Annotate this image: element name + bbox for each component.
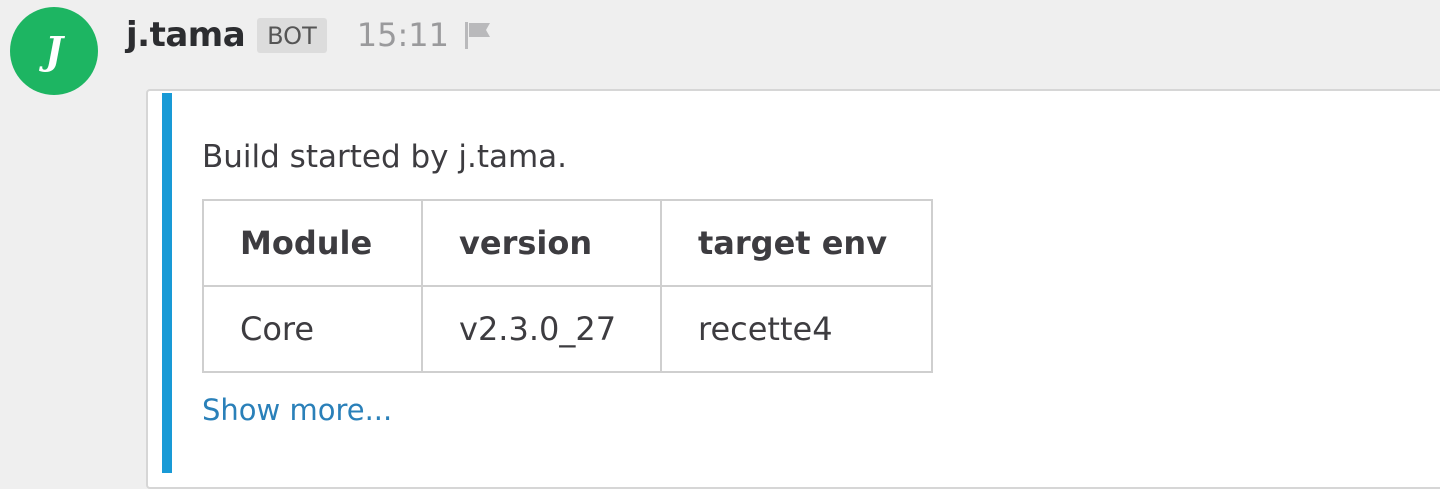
timestamp[interactable]: 15:11 <box>357 16 449 54</box>
message-attachment: Build started by j.tama. Module version … <box>146 89 1440 489</box>
attachment-summary: Build started by j.tama. <box>202 139 568 175</box>
column-header-module: Module <box>202 199 423 287</box>
username[interactable]: j.tama <box>126 15 246 55</box>
column-header-target-env: target env <box>660 199 933 287</box>
table-header-row: Module version target env <box>202 199 933 287</box>
table-cell-target-env: recette4 <box>660 285 933 373</box>
attachment-accent-bar <box>162 93 172 473</box>
column-header-version: version <box>421 199 662 287</box>
show-more-link[interactable]: Show more... <box>202 393 392 427</box>
avatar[interactable]: J <box>10 7 98 95</box>
table-cell-module: Core <box>202 285 423 373</box>
flag-icon[interactable] <box>463 18 493 52</box>
build-table: Module version target env Core v2.3.0_27… <box>202 199 933 373</box>
bot-badge: BOT <box>257 17 327 53</box>
table-cell-version: v2.3.0_27 <box>421 285 662 373</box>
table-row: Core v2.3.0_27 recette4 <box>202 285 933 373</box>
message-header: j.tama BOT 15:11 <box>126 12 493 58</box>
avatar-letter: J <box>45 28 63 73</box>
